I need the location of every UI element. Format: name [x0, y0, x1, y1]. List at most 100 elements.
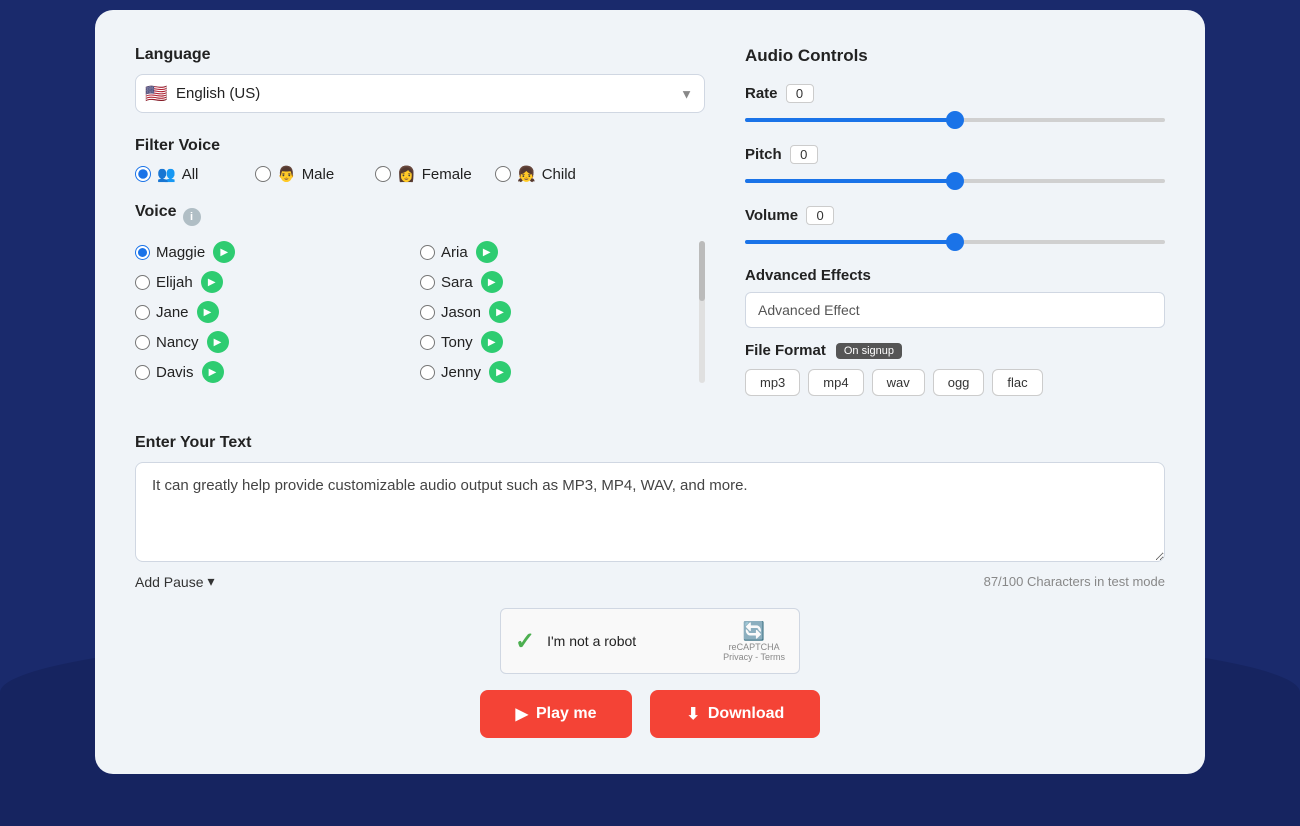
voice-nancy[interactable]: Nancy ▶	[135, 331, 420, 353]
voice-label-row: Voice i	[135, 203, 705, 231]
voice-jane-label: Jane	[156, 304, 189, 321]
filter-all-label: All	[182, 166, 199, 183]
pitch-slider[interactable]	[745, 179, 1165, 183]
play-me-button[interactable]: ▶ Play me	[480, 690, 633, 738]
recaptcha-sub: Privacy - Terms	[723, 652, 785, 662]
filter-all[interactable]: 👥 All	[135, 165, 245, 183]
voice-sara[interactable]: Sara ▶	[420, 271, 705, 293]
voice-aria-radio[interactable]	[420, 245, 435, 260]
format-ogg[interactable]: ogg	[933, 369, 985, 396]
voice-jason[interactable]: Jason ▶	[420, 301, 705, 323]
format-wav[interactable]: wav	[872, 369, 925, 396]
add-pause-button[interactable]: Add Pause ▾	[135, 573, 215, 590]
advanced-effect-wrapper: Advanced Effect Echo Reverb Robot Cave	[745, 292, 1165, 328]
filter-child-radio[interactable]	[495, 166, 511, 182]
format-buttons: mp3 mp4 wav ogg flac	[745, 369, 1165, 396]
voice-jenny-label: Jenny	[441, 364, 481, 381]
voice-aria-label: Aria	[441, 244, 468, 261]
filter-child-emoji: 👧	[517, 165, 536, 183]
scrollbar-thumb[interactable]	[699, 241, 705, 301]
download-button[interactable]: ⬇ Download	[650, 690, 820, 738]
voice-jane-play[interactable]: ▶	[197, 301, 219, 323]
voice-maggie-play[interactable]: ▶	[213, 241, 235, 263]
voice-sara-play[interactable]: ▶	[481, 271, 503, 293]
filter-female-radio[interactable]	[375, 166, 391, 182]
char-count-note: Characters in test mode	[1027, 574, 1165, 589]
format-mp3[interactable]: mp3	[745, 369, 800, 396]
voice-tony-label: Tony	[441, 334, 473, 351]
voice-elijah-radio[interactable]	[135, 275, 150, 290]
voice-nancy-radio[interactable]	[135, 335, 150, 350]
voice-davis-radio[interactable]	[135, 365, 150, 380]
voice-elijah-play[interactable]: ▶	[201, 271, 223, 293]
add-pause-chevron: ▾	[208, 573, 215, 590]
filter-all-radio[interactable]	[135, 166, 151, 182]
voice-davis-play[interactable]: ▶	[202, 361, 224, 383]
voice-tony[interactable]: Tony ▶	[420, 331, 705, 353]
char-count-value: 87/100	[984, 574, 1024, 589]
language-section: Language 🇺🇸 English (US) English (UK) Sp…	[135, 46, 705, 113]
language-select[interactable]: English (US) English (UK) Spanish French…	[135, 74, 705, 113]
download-icon: ⬇	[686, 704, 699, 724]
file-format-section: File Format On signup mp3 mp4 wav ogg fl…	[745, 342, 1165, 396]
voice-columns: Maggie ▶ Elijah ▶ Jane	[135, 241, 705, 383]
voice-elijah[interactable]: Elijah ▶	[135, 271, 420, 293]
pitch-label: Pitch	[745, 146, 782, 163]
voice-tony-radio[interactable]	[420, 335, 435, 350]
voice-tony-play[interactable]: ▶	[481, 331, 503, 353]
voice-col-2: Aria ▶ Sara ▶ Jason	[420, 241, 705, 383]
voice-jane-radio[interactable]	[135, 305, 150, 320]
enter-text-section: Enter Your Text It can greatly help prov…	[135, 434, 1165, 590]
filter-all-emoji: 👥	[157, 165, 176, 183]
voice-sara-radio[interactable]	[420, 275, 435, 290]
voice-jason-play[interactable]: ▶	[489, 301, 511, 323]
format-flac[interactable]: flac	[992, 369, 1042, 396]
top-layout: Language 🇺🇸 English (US) English (UK) Sp…	[135, 46, 1165, 406]
rate-label: Rate	[745, 85, 778, 102]
filter-male-radio[interactable]	[255, 166, 271, 182]
volume-control: Volume 0	[745, 206, 1165, 249]
filter-voice-label: Filter Voice	[135, 137, 705, 155]
format-mp4[interactable]: mp4	[808, 369, 863, 396]
voice-jason-radio[interactable]	[420, 305, 435, 320]
recaptcha-check-icon: ✓	[515, 627, 535, 656]
volume-slider[interactable]	[745, 240, 1165, 244]
filter-child-label: Child	[542, 166, 576, 183]
signup-badge: On signup	[836, 343, 902, 359]
voice-jenny-radio[interactable]	[420, 365, 435, 380]
scrollbar-track	[699, 241, 705, 383]
recaptcha-logo-area: 🔄 reCAPTCHA Privacy - Terms	[723, 621, 785, 662]
voice-aria-play[interactable]: ▶	[476, 241, 498, 263]
voice-col-1: Maggie ▶ Elijah ▶ Jane	[135, 241, 420, 383]
page-background: Language 🇺🇸 English (US) English (UK) Sp…	[0, 0, 1300, 826]
voice-jenny-play[interactable]: ▶	[489, 361, 511, 383]
voice-maggie[interactable]: Maggie ▶	[135, 241, 420, 263]
voice-jenny[interactable]: Jenny ▶	[420, 361, 705, 383]
filter-male-label: Male	[302, 166, 335, 183]
volume-value: 0	[806, 206, 834, 225]
filter-female[interactable]: 👩 Female	[375, 165, 485, 183]
char-count: 87/100 Characters in test mode	[984, 574, 1165, 589]
advanced-effect-select[interactable]: Advanced Effect Echo Reverb Robot Cave	[745, 292, 1165, 328]
recaptcha-wrapper: ✓ I'm not a robot 🔄 reCAPTCHA Privacy - …	[135, 608, 1165, 674]
play-me-label: Play me	[536, 705, 596, 723]
recaptcha-label: I'm not a robot	[547, 633, 711, 649]
recaptcha-brand: reCAPTCHA	[729, 642, 780, 652]
voice-davis[interactable]: Davis ▶	[135, 361, 420, 383]
voice-elijah-label: Elijah	[156, 274, 193, 291]
download-label: Download	[708, 705, 784, 723]
voice-aria[interactable]: Aria ▶	[420, 241, 705, 263]
filter-male[interactable]: 👨 Male	[255, 165, 365, 183]
voice-section: Voice i Maggie ▶	[135, 203, 705, 383]
voice-jane[interactable]: Jane ▶	[135, 301, 420, 323]
file-format-label-row: File Format On signup	[745, 342, 1165, 359]
voice-maggie-radio[interactable]	[135, 245, 150, 260]
audio-controls-title: Audio Controls	[745, 46, 1165, 66]
recaptcha-box[interactable]: ✓ I'm not a robot 🔄 reCAPTCHA Privacy - …	[500, 608, 800, 674]
info-icon[interactable]: i	[183, 208, 201, 226]
add-pause-label: Add Pause	[135, 574, 204, 590]
text-input[interactable]: It can greatly help provide customizable…	[135, 462, 1165, 562]
filter-child[interactable]: 👧 Child	[495, 165, 605, 183]
voice-nancy-play[interactable]: ▶	[207, 331, 229, 353]
rate-slider[interactable]	[745, 118, 1165, 122]
